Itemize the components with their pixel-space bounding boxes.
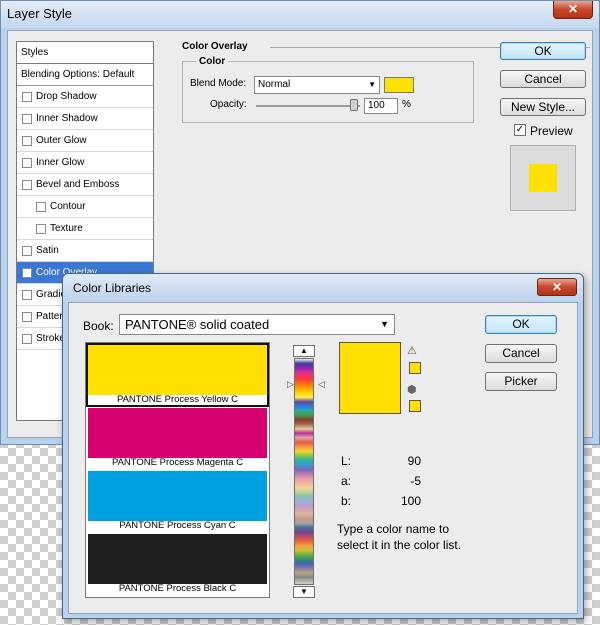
swatch-chip xyxy=(88,408,267,458)
style-label: Contour xyxy=(50,201,86,212)
color-subgroup-title: Color xyxy=(196,56,229,67)
style-label: Satin xyxy=(36,245,59,256)
opacity-unit: % xyxy=(402,99,411,110)
styles-item[interactable]: Bevel and Emboss xyxy=(17,174,153,196)
lab-b-label: b: xyxy=(341,494,352,508)
opacity-input[interactable]: 100 xyxy=(364,98,398,114)
lab-b-value: 100 xyxy=(400,494,421,508)
close-icon[interactable]: ✕ xyxy=(553,1,593,19)
cancel-button[interactable]: Cancel xyxy=(500,70,586,88)
style-label: Stroke xyxy=(36,333,65,344)
new-style-button[interactable]: New Style... xyxy=(500,98,586,116)
overlay-color-swatch[interactable] xyxy=(384,77,414,93)
style-label: Texture xyxy=(50,223,83,234)
swatch-name: PANTONE Process Magenta C xyxy=(111,457,244,468)
chevron-down-icon: ▼ xyxy=(380,319,389,329)
style-checkbox[interactable] xyxy=(36,224,46,234)
style-preview xyxy=(510,145,576,211)
current-color-swatch xyxy=(339,342,401,414)
style-label: Drop Shadow xyxy=(36,91,97,102)
styles-item[interactable]: Satin xyxy=(17,240,153,262)
swatch-name: PANTONE Process Cyan C xyxy=(119,520,236,531)
color-overlay-group-title: Color Overlay xyxy=(182,41,252,52)
opacity-slider-track[interactable] xyxy=(256,105,360,107)
swatch-item[interactable]: PANTONE Process Cyan C xyxy=(88,471,267,531)
swatch-name: PANTONE Process Black C xyxy=(118,583,237,594)
styles-item[interactable]: Drop Shadow xyxy=(17,86,153,108)
color-libraries-body: Book: PANTONE® solid coated ▼ PANTONE Pr… xyxy=(68,302,578,614)
blend-mode-select[interactable]: Normal ▼ xyxy=(254,76,380,94)
styles-item[interactable]: Inner Glow xyxy=(17,152,153,174)
lab-a-label: a: xyxy=(341,474,352,488)
style-checkbox[interactable] xyxy=(22,290,32,300)
style-label: Bevel and Emboss xyxy=(36,179,120,190)
book-value: PANTONE® solid coated xyxy=(125,317,270,332)
spectrum-pointer-left-icon[interactable]: ▷ xyxy=(287,379,294,390)
ok-button[interactable]: OK xyxy=(485,315,557,334)
style-checkbox[interactable] xyxy=(22,158,32,168)
gamut-correction-swatch[interactable] xyxy=(409,362,421,374)
styles-item[interactable]: Texture xyxy=(17,218,153,240)
gamut-warning-icon[interactable]: ⚠ xyxy=(407,344,417,357)
style-checkbox[interactable] xyxy=(22,180,32,190)
spectrum-bar[interactable] xyxy=(294,358,314,585)
chevron-down-icon: ▼ xyxy=(368,80,376,89)
layer-style-titlebar[interactable]: Layer Style ✕ xyxy=(1,1,599,28)
opacity-label: Opacity: xyxy=(210,99,247,110)
swatch-chip xyxy=(88,345,267,395)
close-icon[interactable]: ✕ xyxy=(537,278,577,296)
style-checkbox[interactable] xyxy=(22,312,32,322)
color-libraries-window: Color Libraries ✕ Book: PANTONE® solid c… xyxy=(62,273,584,619)
style-label: Outer Glow xyxy=(36,135,87,146)
scroll-up-icon[interactable]: ▲ xyxy=(293,345,315,357)
styles-header[interactable]: Styles xyxy=(17,42,153,64)
dialog-title: Color Libraries xyxy=(73,281,152,295)
book-select[interactable]: PANTONE® solid coated ▼ xyxy=(119,314,395,335)
style-checkbox[interactable]: ✓ xyxy=(22,268,32,278)
style-checkbox[interactable] xyxy=(22,92,32,102)
preview-swatch xyxy=(529,164,557,192)
color-libraries-titlebar[interactable]: Color Libraries ✕ xyxy=(63,274,583,302)
book-label: Book: xyxy=(83,319,114,333)
lab-l-label: L: xyxy=(341,454,352,468)
lab-l-value: 90 xyxy=(407,454,421,468)
hint-line-1: Type a color name to xyxy=(337,522,450,536)
preview-checkbox[interactable]: ✓ xyxy=(514,124,526,136)
color-spectrum[interactable]: ▲ ▼ xyxy=(293,345,315,598)
opacity-slider-thumb[interactable] xyxy=(350,99,358,111)
style-checkbox[interactable] xyxy=(22,136,32,146)
cancel-button[interactable]: Cancel xyxy=(485,344,557,363)
picker-button[interactable]: Picker xyxy=(485,372,557,391)
style-label: Inner Glow xyxy=(36,157,85,168)
web-safe-cube-icon[interactable]: ⬢ xyxy=(407,383,417,396)
hint-text: Type a color name to select it in the co… xyxy=(337,521,497,553)
style-checkbox[interactable] xyxy=(22,334,32,344)
style-checkbox[interactable] xyxy=(22,246,32,256)
blend-mode-value: Normal xyxy=(258,79,291,90)
styles-item[interactable]: Contour xyxy=(17,196,153,218)
swatch-item[interactable]: PANTONE Process Yellow C xyxy=(86,343,269,407)
scroll-down-icon[interactable]: ▼ xyxy=(293,586,315,598)
hint-line-2: select it in the color list. xyxy=(337,538,462,552)
blending-options-item[interactable]: Blending Options: Default xyxy=(17,64,153,86)
styles-item[interactable]: Inner Shadow xyxy=(17,108,153,130)
spectrum-pointer-right-icon[interactable]: ◁ xyxy=(318,379,325,390)
styles-item[interactable]: Outer Glow xyxy=(17,130,153,152)
lab-a-value: -5 xyxy=(410,474,421,488)
swatch-item[interactable]: PANTONE Process Magenta C xyxy=(88,408,267,468)
ok-button[interactable]: OK xyxy=(500,42,586,60)
style-checkbox[interactable] xyxy=(36,202,46,212)
style-label: Inner Shadow xyxy=(36,113,98,124)
window-title: Layer Style xyxy=(7,6,73,21)
swatch-chip xyxy=(88,471,267,521)
swatch-list[interactable]: PANTONE Process Yellow C PANTONE Process … xyxy=(85,342,270,598)
blend-mode-label: Blend Mode: xyxy=(190,78,247,89)
swatch-item[interactable]: PANTONE Process Black C xyxy=(88,534,267,594)
web-safe-swatch[interactable] xyxy=(409,400,421,412)
preview-label: Preview xyxy=(530,124,573,138)
swatch-name: PANTONE Process Yellow C xyxy=(116,394,239,405)
style-checkbox[interactable] xyxy=(22,114,32,124)
swatch-chip xyxy=(88,534,267,584)
